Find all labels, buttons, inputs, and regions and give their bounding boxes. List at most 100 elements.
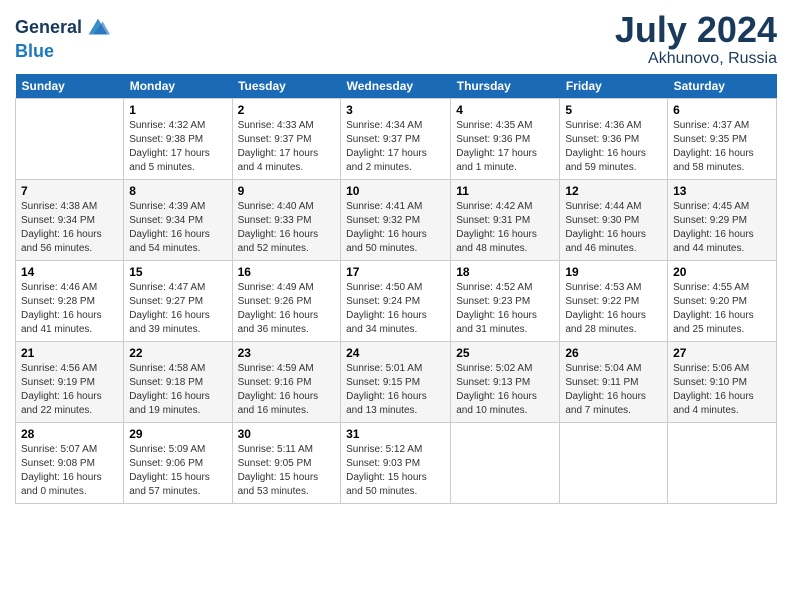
calendar-week-row: 1 Sunrise: 4:32 AMSunset: 9:38 PMDaylight…: [16, 98, 777, 179]
logo-icon: [84, 14, 112, 42]
calendar-day-cell: 31 Sunrise: 5:12 AMSunset: 9:03 PMDayligh…: [341, 422, 451, 503]
day-number: 1: [129, 103, 226, 117]
calendar-day-cell: 15 Sunrise: 4:47 AMSunset: 9:27 PMDayligh…: [124, 260, 232, 341]
calendar-day-cell: 23 Sunrise: 4:59 AMSunset: 9:16 PMDayligh…: [232, 341, 341, 422]
calendar-day-cell: 26Sunrise: 5:04 AMSunset: 9:11 PMDayligh…: [560, 341, 668, 422]
day-number: 7: [21, 184, 118, 198]
day-info: Sunrise: 5:02 AMSunset: 9:13 PMDaylight:…: [456, 362, 554, 418]
calendar-day-cell: 19 Sunrise: 4:53 AMSunset: 9:22 PMDayligh…: [560, 260, 668, 341]
calendar-day-cell: 17 Sunrise: 4:50 AMSunset: 9:24 PMDayligh…: [341, 260, 451, 341]
calendar-day-cell: 29 Sunrise: 5:09 AMSunset: 9:06 PMDayligh…: [124, 422, 232, 503]
day-number: 28: [21, 427, 118, 441]
col-sunday: Sunday: [16, 74, 124, 99]
day-info: Sunrise: 5:01 AMSunset: 9:15 PMDaylight:…: [346, 362, 445, 418]
day-info: Sunrise: 5:11 AMSunset: 9:05 PMDaylight:…: [238, 443, 336, 499]
day-number: 23: [238, 346, 336, 360]
header: General Blue July 2024 Akhunovo, Russia: [15, 10, 777, 68]
title-block: July 2024 Akhunovo, Russia: [615, 10, 777, 68]
logo: General Blue: [15, 14, 112, 62]
day-number: 5: [565, 103, 662, 117]
day-number: 15: [129, 265, 226, 279]
calendar-day-cell: 11 Sunrise: 4:42 AMSunset: 9:31 PMDayligh…: [451, 179, 560, 260]
day-info: Sunrise: 4:38 AMSunset: 9:34 PMDaylight:…: [21, 200, 118, 256]
location-title: Akhunovo, Russia: [615, 50, 777, 68]
day-number: 14: [21, 265, 118, 279]
calendar-day-cell: 3Sunrise: 4:34 AMSunset: 9:37 PMDaylight…: [341, 98, 451, 179]
col-wednesday: Wednesday: [341, 74, 451, 99]
day-number: 13: [673, 184, 771, 198]
calendar-day-cell: 7 Sunrise: 4:38 AMSunset: 9:34 PMDaylight…: [16, 179, 124, 260]
day-info: Sunrise: 4:33 AMSunset: 9:37 PMDaylight:…: [238, 119, 336, 175]
calendar-day-cell: 28 Sunrise: 5:07 AMSunset: 9:08 PMDayligh…: [16, 422, 124, 503]
month-title: July 2024: [615, 10, 777, 50]
calendar-week-row: 28 Sunrise: 5:07 AMSunset: 9:08 PMDayligh…: [16, 422, 777, 503]
day-number: 10: [346, 184, 445, 198]
calendar-week-row: 21Sunrise: 4:56 AMSunset: 9:19 PMDayligh…: [16, 341, 777, 422]
day-info: Sunrise: 5:12 AMSunset: 9:03 PMDaylight:…: [346, 443, 445, 499]
day-number: 18: [456, 265, 554, 279]
col-saturday: Saturday: [668, 74, 777, 99]
calendar-day-cell: 2 Sunrise: 4:33 AMSunset: 9:37 PMDaylight…: [232, 98, 341, 179]
day-info: Sunrise: 4:37 AMSunset: 9:35 PMDaylight:…: [673, 119, 771, 175]
calendar-day-cell: 14 Sunrise: 4:46 AMSunset: 9:28 PMDayligh…: [16, 260, 124, 341]
day-info: Sunrise: 4:52 AMSunset: 9:23 PMDaylight:…: [456, 281, 554, 337]
day-info: Sunrise: 4:49 AMSunset: 9:26 PMDaylight:…: [238, 281, 336, 337]
day-number: 25: [456, 346, 554, 360]
calendar-day-cell: 16Sunrise: 4:49 AMSunset: 9:26 PMDayligh…: [232, 260, 341, 341]
day-info: Sunrise: 4:50 AMSunset: 9:24 PMDaylight:…: [346, 281, 445, 337]
day-number: 2: [238, 103, 336, 117]
day-number: 4: [456, 103, 554, 117]
day-number: 12: [565, 184, 662, 198]
calendar-table: Sunday Monday Tuesday Wednesday Thursday…: [15, 74, 777, 504]
page-container: General Blue July 2024 Akhunovo, Russia …: [0, 0, 792, 514]
col-tuesday: Tuesday: [232, 74, 341, 99]
day-number: 11: [456, 184, 554, 198]
col-friday: Friday: [560, 74, 668, 99]
calendar-header-row: Sunday Monday Tuesday Wednesday Thursday…: [16, 74, 777, 99]
day-number: 19: [565, 265, 662, 279]
day-info: Sunrise: 5:04 AMSunset: 9:11 PMDaylight:…: [565, 362, 662, 418]
calendar-day-cell: 30 Sunrise: 5:11 AMSunset: 9:05 PMDayligh…: [232, 422, 341, 503]
calendar-day-cell: 9Sunrise: 4:40 AMSunset: 9:33 PMDaylight…: [232, 179, 341, 260]
day-number: 17: [346, 265, 445, 279]
day-number: 3: [346, 103, 445, 117]
calendar-day-cell: 22Sunrise: 4:58 AMSunset: 9:18 PMDayligh…: [124, 341, 232, 422]
day-info: Sunrise: 4:35 AMSunset: 9:36 PMDaylight:…: [456, 119, 554, 175]
calendar-day-cell: [451, 422, 560, 503]
calendar-day-cell: 27 Sunrise: 5:06 AMSunset: 9:10 PMDayligh…: [668, 341, 777, 422]
day-info: Sunrise: 4:47 AMSunset: 9:27 PMDaylight:…: [129, 281, 226, 337]
col-thursday: Thursday: [451, 74, 560, 99]
day-number: 9: [238, 184, 336, 198]
day-info: Sunrise: 4:59 AMSunset: 9:16 PMDaylight:…: [238, 362, 336, 418]
calendar-day-cell: 4 Sunrise: 4:35 AMSunset: 9:36 PMDaylight…: [451, 98, 560, 179]
calendar-day-cell: 25 Sunrise: 5:02 AMSunset: 9:13 PMDayligh…: [451, 341, 560, 422]
day-info: Sunrise: 4:32 AMSunset: 9:38 PMDaylight:…: [129, 119, 226, 175]
day-number: 20: [673, 265, 771, 279]
calendar-day-cell: 18 Sunrise: 4:52 AMSunset: 9:23 PMDayligh…: [451, 260, 560, 341]
day-number: 27: [673, 346, 771, 360]
calendar-day-cell: [16, 98, 124, 179]
logo-text-general: General: [15, 18, 82, 38]
day-number: 29: [129, 427, 226, 441]
day-number: 22: [129, 346, 226, 360]
day-info: Sunrise: 4:45 AMSunset: 9:29 PMDaylight:…: [673, 200, 771, 256]
calendar-day-cell: 6Sunrise: 4:37 AMSunset: 9:35 PMDaylight…: [668, 98, 777, 179]
day-info: Sunrise: 4:42 AMSunset: 9:31 PMDaylight:…: [456, 200, 554, 256]
calendar-day-cell: 10 Sunrise: 4:41 AMSunset: 9:32 PMDayligh…: [341, 179, 451, 260]
day-number: 31: [346, 427, 445, 441]
calendar-day-cell: [560, 422, 668, 503]
day-info: Sunrise: 5:09 AMSunset: 9:06 PMDaylight:…: [129, 443, 226, 499]
day-info: Sunrise: 4:41 AMSunset: 9:32 PMDaylight:…: [346, 200, 445, 256]
calendar-day-cell: 20 Sunrise: 4:55 AMSunset: 9:20 PMDayligh…: [668, 260, 777, 341]
day-info: Sunrise: 4:53 AMSunset: 9:22 PMDaylight:…: [565, 281, 662, 337]
calendar-day-cell: 1 Sunrise: 4:32 AMSunset: 9:38 PMDaylight…: [124, 98, 232, 179]
calendar-day-cell: 12Sunrise: 4:44 AMSunset: 9:30 PMDayligh…: [560, 179, 668, 260]
logo-text-blue: Blue: [15, 41, 54, 61]
day-number: 24: [346, 346, 445, 360]
day-info: Sunrise: 4:55 AMSunset: 9:20 PMDaylight:…: [673, 281, 771, 337]
day-info: Sunrise: 4:39 AMSunset: 9:34 PMDaylight:…: [129, 200, 226, 256]
day-number: 30: [238, 427, 336, 441]
day-info: Sunrise: 5:06 AMSunset: 9:10 PMDaylight:…: [673, 362, 771, 418]
day-info: Sunrise: 4:46 AMSunset: 9:28 PMDaylight:…: [21, 281, 118, 337]
day-info: Sunrise: 5:07 AMSunset: 9:08 PMDaylight:…: [21, 443, 118, 499]
